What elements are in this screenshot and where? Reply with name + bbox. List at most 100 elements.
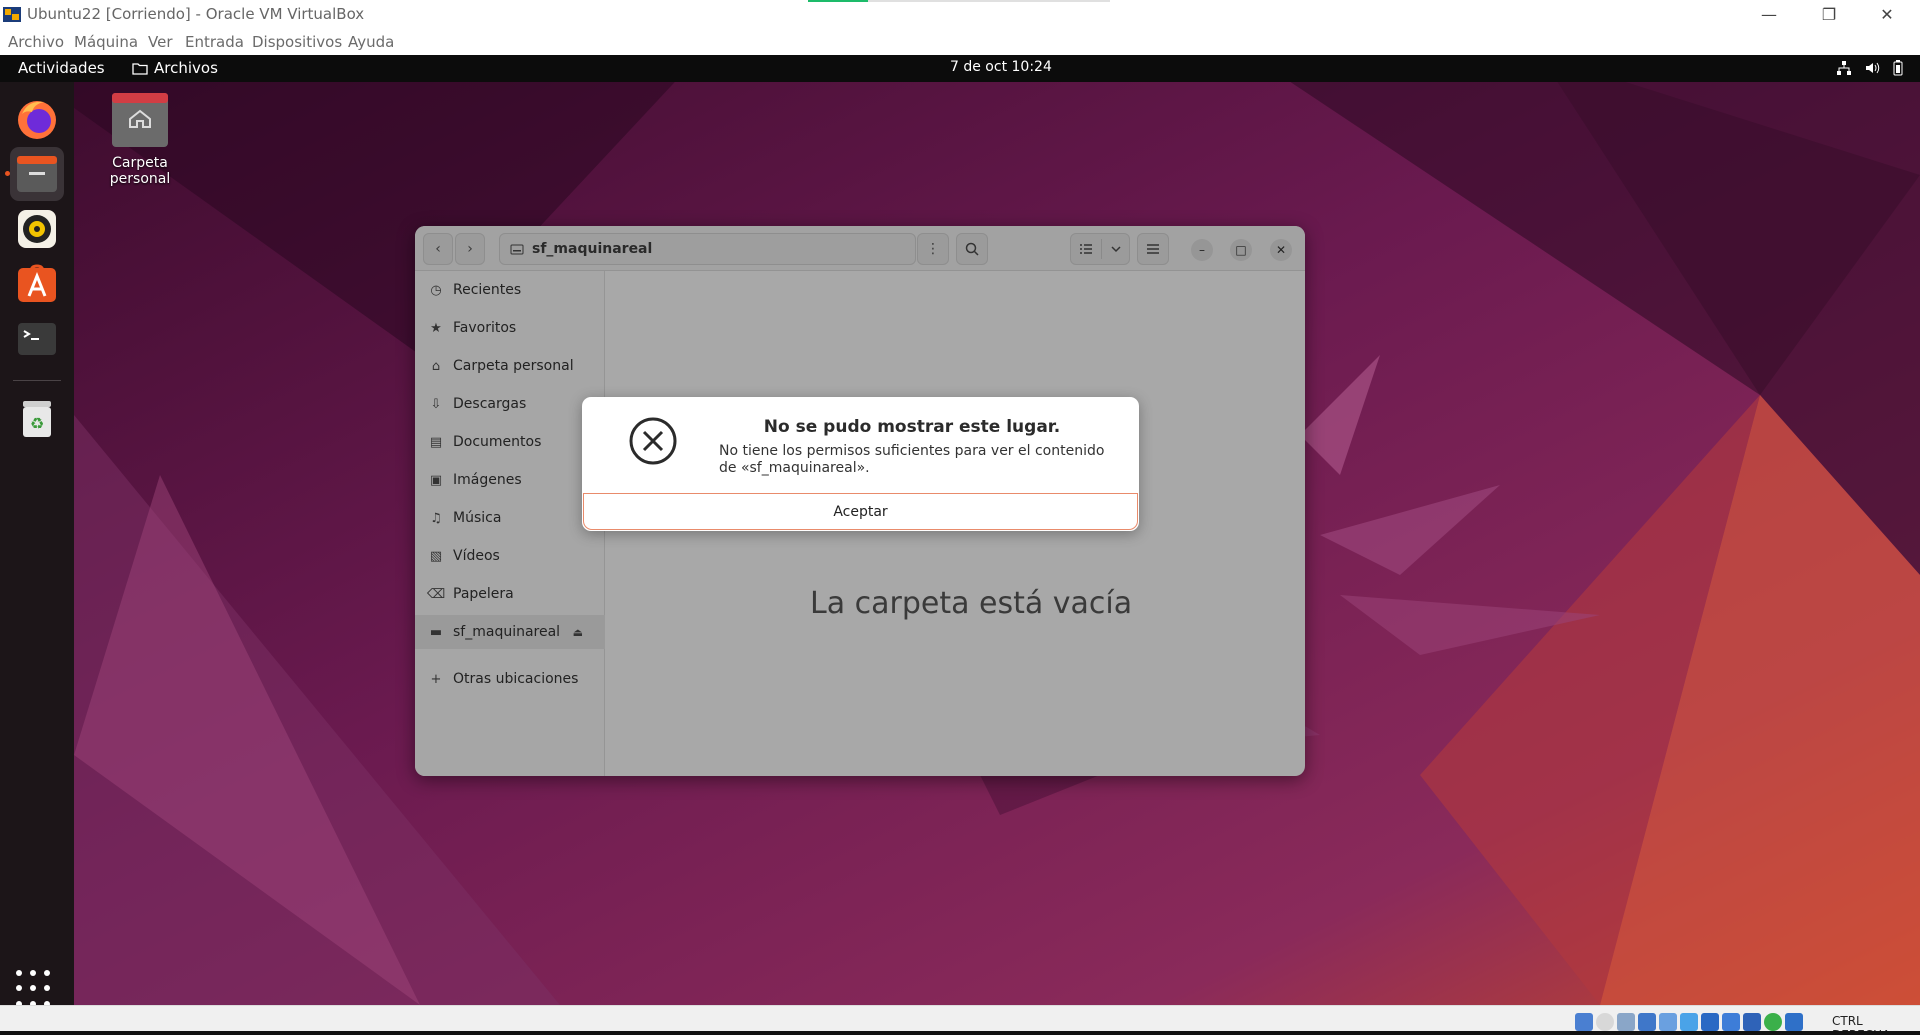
list-view-icon bbox=[1079, 244, 1092, 254]
show-applications-button[interactable] bbox=[16, 970, 56, 1005]
sidebar-item-musica[interactable]: ♫ Música bbox=[415, 501, 605, 535]
image-icon: ▣ bbox=[429, 472, 443, 488]
close-button[interactable]: ✕ bbox=[1270, 239, 1292, 261]
drive-icon bbox=[510, 244, 524, 255]
sidebar-item-documentos[interactable]: ▤ Documentos bbox=[415, 425, 605, 459]
path-label: sf_maquinareal bbox=[532, 241, 653, 257]
trash-icon: ♻ bbox=[23, 401, 51, 437]
star-icon: ★ bbox=[430, 320, 442, 336]
app-menu[interactable]: Archivos bbox=[132, 59, 218, 77]
terminal-icon bbox=[18, 323, 56, 355]
activities-button[interactable]: Actividades bbox=[18, 59, 105, 77]
drive-icon: ▬ bbox=[429, 624, 443, 640]
maximize-button[interactable]: □ bbox=[1230, 239, 1252, 261]
dock-rhythmbox[interactable] bbox=[10, 202, 64, 256]
cpu-icon[interactable] bbox=[1743, 1013, 1761, 1031]
usb-icon[interactable] bbox=[1659, 1013, 1677, 1031]
plus-icon: + bbox=[430, 671, 442, 687]
shared-folders-icon[interactable] bbox=[1680, 1013, 1698, 1031]
app-menu-label: Archivos bbox=[154, 59, 218, 77]
sidebar-item-favoritos[interactable]: ★ Favoritos bbox=[415, 311, 605, 345]
dock-trash[interactable]: ♻ bbox=[10, 392, 64, 446]
mouse-integration-icon[interactable] bbox=[1785, 1013, 1803, 1031]
dock-app-center[interactable] bbox=[10, 257, 64, 311]
dock-firefox[interactable] bbox=[10, 92, 64, 146]
sidebar-item-label: Carpeta personal bbox=[453, 358, 574, 374]
path-menu-button[interactable]: ⋮ bbox=[917, 233, 949, 265]
network-icon bbox=[1837, 61, 1851, 75]
guest-screen: Actividades Archivos 7 de oct 10:24 ♻ Ca… bbox=[0, 55, 1920, 1005]
file-manager-headerbar: ‹ › sf_maquinareal ⋮ – □ ✕ bbox=[415, 226, 1305, 271]
sidebar-item-carpeta-personal[interactable]: ⌂ Carpeta personal bbox=[415, 349, 605, 383]
sidebar-item-imagenes[interactable]: ▣ Imágenes bbox=[415, 463, 605, 497]
video-icon: ▧ bbox=[429, 548, 443, 564]
sidebar-item-label: Documentos bbox=[453, 434, 542, 450]
clock[interactable]: 7 de oct 10:24 bbox=[950, 59, 1052, 75]
restore-window-button[interactable]: ❐ bbox=[1806, 3, 1852, 27]
minimize-window-button[interactable]: — bbox=[1746, 3, 1792, 27]
virtualbox-logo-icon bbox=[3, 7, 21, 22]
host-titlebar: Ubuntu22 [Corriendo] - Oracle VM Virtual… bbox=[0, 0, 1920, 30]
network-adapter-icon[interactable] bbox=[1638, 1013, 1656, 1031]
minimize-button[interactable]: – bbox=[1191, 239, 1213, 261]
sidebar-item-label: Favoritos bbox=[453, 320, 517, 336]
host-window-title: Ubuntu22 [Corriendo] - Oracle VM Virtual… bbox=[27, 5, 365, 23]
volume-icon bbox=[1866, 62, 1880, 74]
dialog-title: No se pudo mostrar este lugar. bbox=[763, 417, 1061, 437]
sidebar-item-label: sf_maquinareal bbox=[453, 624, 561, 640]
accept-button[interactable]: Aceptar bbox=[583, 493, 1138, 530]
dock: ♻ bbox=[0, 82, 74, 1005]
bottom-strip bbox=[0, 1031, 1920, 1035]
path-bar[interactable]: sf_maquinareal bbox=[499, 233, 916, 265]
view-options-button[interactable] bbox=[1070, 233, 1130, 265]
search-button[interactable] bbox=[956, 233, 988, 265]
sidebar-item-otras-ubicaciones[interactable]: + Otras ubicaciones bbox=[415, 662, 605, 696]
file-manager-sidebar: ◷ Recientes ★ Favoritos ⌂ Carpeta personal … bbox=[415, 271, 605, 776]
recording-icon[interactable] bbox=[1722, 1013, 1740, 1031]
desktop-home-folder-label: Carpeta personal bbox=[109, 155, 171, 187]
sidebar-item-label: Otras ubicaciones bbox=[453, 671, 579, 687]
sidebar-item-sf-maquinareal[interactable]: ▬ sf_maquinareal ⏏ bbox=[415, 615, 605, 649]
display-icon[interactable] bbox=[1701, 1013, 1719, 1031]
folder-icon bbox=[132, 62, 148, 75]
main-menu-button[interactable] bbox=[1137, 233, 1169, 265]
host-menubar: Archivo Máquina Ver Entrada Dispositivos… bbox=[0, 30, 1920, 55]
firefox-icon bbox=[18, 101, 56, 139]
close-window-button[interactable]: ✕ bbox=[1864, 3, 1910, 27]
virtualization-icon[interactable] bbox=[1764, 1013, 1782, 1031]
music-icon: ♫ bbox=[430, 510, 442, 526]
menu-ver[interactable]: Ver bbox=[148, 33, 173, 51]
optical-drive-icon[interactable] bbox=[1596, 1013, 1614, 1031]
dock-terminal[interactable] bbox=[10, 312, 64, 366]
harddisk-icon[interactable] bbox=[1575, 1013, 1593, 1031]
menu-entrada[interactable]: Entrada bbox=[185, 33, 244, 51]
dock-files[interactable] bbox=[5, 147, 64, 201]
home-icon: ⌂ bbox=[431, 358, 441, 374]
empty-folder-message: La carpeta está vacía bbox=[810, 586, 1133, 621]
running-indicator bbox=[5, 171, 10, 176]
eject-icon[interactable]: ⏏ bbox=[573, 626, 583, 639]
sidebar-item-recientes[interactable]: ◷ Recientes bbox=[415, 273, 605, 307]
menu-maquina[interactable]: Máquina bbox=[74, 33, 138, 51]
error-dialog: No se pudo mostrar este lugar. No tiene … bbox=[582, 397, 1139, 531]
forward-button[interactable]: › bbox=[455, 233, 485, 265]
menu-ayuda[interactable]: Ayuda bbox=[348, 33, 394, 51]
menu-archivo[interactable]: Archivo bbox=[8, 33, 64, 51]
back-button[interactable]: ‹ bbox=[423, 233, 453, 265]
desktop-home-folder[interactable]: Carpeta personal bbox=[80, 93, 200, 187]
search-icon bbox=[965, 242, 979, 256]
menu-dispositivos[interactable]: Dispositivos bbox=[252, 33, 342, 51]
sidebar-item-videos[interactable]: ▧ Vídeos bbox=[415, 539, 605, 573]
document-icon: ▤ bbox=[429, 434, 443, 450]
system-tray[interactable] bbox=[1836, 60, 1904, 76]
host-progress-fill bbox=[808, 0, 869, 2]
sidebar-item-descargas[interactable]: ⇩ Descargas bbox=[415, 387, 605, 421]
audio-icon[interactable] bbox=[1617, 1013, 1635, 1031]
home-folder-icon bbox=[112, 93, 168, 147]
sidebar-item-papelera[interactable]: ⌫ Papelera bbox=[415, 577, 605, 611]
files-icon bbox=[17, 156, 57, 192]
sidebar-item-label: Vídeos bbox=[453, 548, 500, 564]
dialog-message: No tiene los permisos suficientes para v… bbox=[719, 443, 1105, 476]
gnome-topbar: Actividades Archivos 7 de oct 10:24 bbox=[0, 55, 1920, 82]
app-center-icon bbox=[18, 264, 56, 302]
